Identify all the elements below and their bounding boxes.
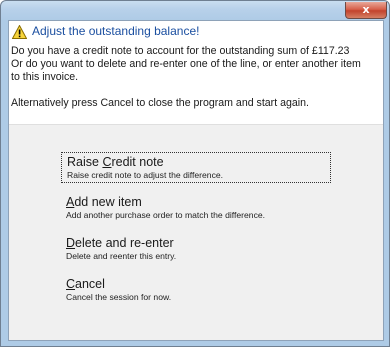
add-new-item-button[interactable]: Add new item Add another purchase order …	[61, 193, 331, 222]
dialog-client-area: Adjust the outstanding balance! Do you h…	[8, 20, 384, 341]
delete-and-reenter-button[interactable]: Delete and re-enter Delete and reenter t…	[61, 234, 331, 263]
dialog-content-area: Adjust the outstanding balance! Do you h…	[9, 21, 383, 125]
command-title: Delete and re-enter	[66, 236, 174, 250]
raise-credit-note-button[interactable]: Raise Credit note Raise credit note to a…	[61, 152, 331, 183]
content-text: Do you have a credit note to account for…	[11, 45, 381, 110]
content-line: to this invoice.	[11, 71, 79, 83]
dialog-window: x Adjust the outstanding balance! Do you…	[0, 0, 390, 347]
command-description: Cancel the session for now.	[66, 292, 172, 302]
command-title: Raise Credit note	[67, 155, 164, 169]
close-icon: x	[362, 3, 370, 16]
command-title: Add new item	[66, 195, 142, 209]
content-line: Alternatively press Cancel to close the …	[11, 97, 309, 109]
main-instruction: Adjust the outstanding balance!	[32, 24, 200, 38]
close-button[interactable]: x	[345, 2, 387, 19]
command-description: Add another purchase order to match the …	[66, 210, 266, 220]
content-line: Or do you want to delete and re-enter on…	[11, 58, 361, 70]
command-links-area: Raise Credit note Raise credit note to a…	[9, 125, 383, 340]
cancel-button[interactable]: Cancel Cancel the session for now.	[61, 275, 331, 304]
command-description: Raise credit note to adjust the differen…	[67, 170, 224, 180]
content-line: Do you have a credit note to account for…	[11, 45, 350, 57]
command-title: Cancel	[66, 277, 105, 291]
warning-icon	[12, 25, 27, 39]
command-description: Delete and reenter this entry.	[66, 251, 177, 261]
